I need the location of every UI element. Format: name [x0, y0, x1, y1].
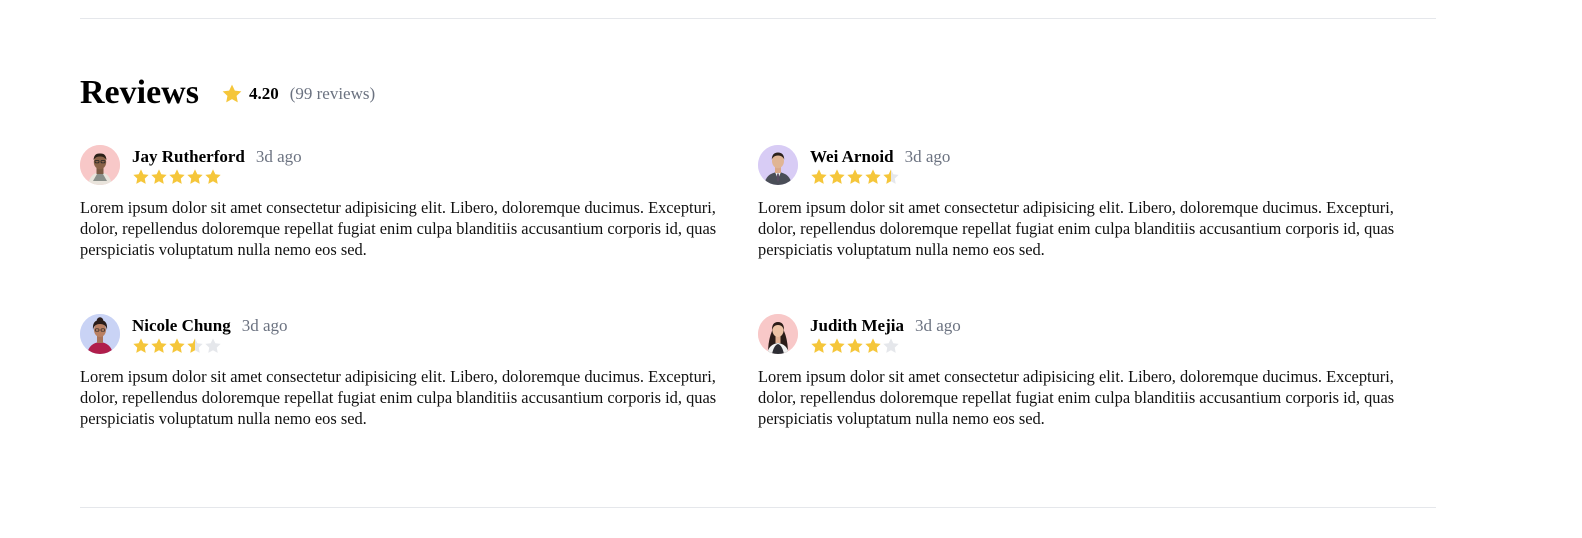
star-filled-icon: [187, 169, 203, 184]
reviewer-name: Wei Arnoid: [810, 147, 894, 166]
star-filled-icon: [847, 338, 863, 353]
review-card: Jay Rutherford 3d ago Lorem ipsum dolor …: [80, 145, 745, 260]
reviewer-name: Jay Rutherford: [132, 147, 245, 166]
star-filled-icon: [169, 338, 185, 353]
avatar: [758, 145, 798, 185]
star-half-icon: [883, 169, 899, 184]
reviewer-name: Nicole Chung: [132, 316, 231, 335]
review-text: Lorem ipsum dolor sit amet consectetur a…: [80, 367, 717, 428]
star-half-icon: [187, 338, 203, 353]
star-filled-icon: [865, 338, 881, 353]
section-title: Reviews: [80, 74, 199, 111]
review-text: Lorem ipsum dolor sit amet consectetur a…: [758, 367, 1395, 428]
review-text: Lorem ipsum dolor sit amet consectetur a…: [758, 198, 1395, 259]
star-filled-icon: [829, 338, 845, 353]
star-filled-icon: [151, 169, 167, 184]
star-rating: [810, 168, 950, 186]
star-filled-icon: [865, 169, 881, 184]
star-filled-icon: [169, 169, 185, 184]
star-rating: [810, 337, 961, 355]
star-filled-icon: [133, 338, 149, 353]
reviews-header: Reviews 4.20 (99 reviews): [80, 72, 375, 114]
reviewer-name: Judith Mejia: [810, 316, 904, 335]
star-filled-icon: [151, 338, 167, 353]
star-rating: [132, 337, 288, 355]
review-time: 3d ago: [904, 147, 951, 166]
star-rating: [132, 168, 302, 186]
review-time: 3d ago: [255, 147, 302, 166]
star-empty-icon: [883, 338, 899, 353]
star-filled-icon: [847, 169, 863, 184]
average-rating: 4.20: [248, 84, 279, 103]
bottom-divider: [80, 507, 1436, 508]
star-filled-icon: [205, 169, 221, 184]
top-divider: [80, 18, 1436, 19]
review-card: Wei Arnoid 3d ago Lorem ipsum dolor sit …: [758, 145, 1423, 260]
review-text: Lorem ipsum dolor sit amet consectetur a…: [80, 198, 717, 259]
review-time: 3d ago: [241, 316, 288, 335]
avatar: [80, 314, 120, 354]
star-filled-icon: [829, 169, 845, 184]
avatar: [80, 145, 120, 185]
rating-summary: 4.20 (99 reviews): [221, 83, 375, 105]
review-time: 3d ago: [914, 316, 961, 335]
review-card: Nicole Chung 3d ago Lorem ipsum dolor si…: [80, 314, 745, 429]
star-empty-icon: [205, 338, 221, 353]
star-filled-icon: [811, 169, 827, 184]
star-filled-icon: [133, 169, 149, 184]
star-filled-icon: [811, 338, 827, 353]
review-card: Judith Mejia 3d ago Lorem ipsum dolor si…: [758, 314, 1423, 429]
review-count: (99 reviews): [289, 84, 376, 103]
star-icon: [221, 83, 243, 105]
avatar: [758, 314, 798, 354]
